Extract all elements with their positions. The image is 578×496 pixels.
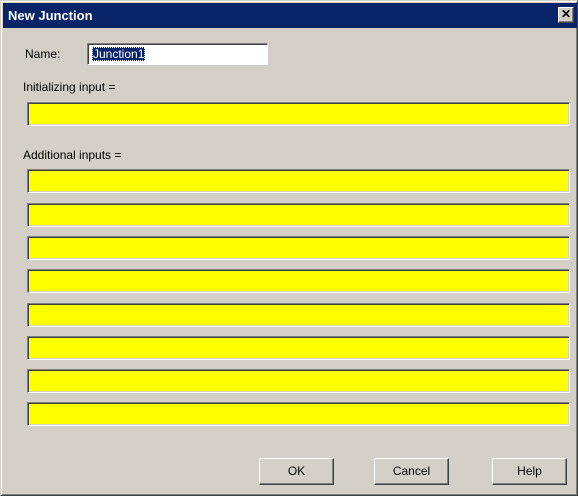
new-junction-dialog: New Junction ✕ Name: Junction1 Initializ… xyxy=(0,0,578,496)
ok-button[interactable]: OK xyxy=(259,458,334,485)
additional-input-3[interactable] xyxy=(27,236,570,260)
cancel-button[interactable]: Cancel xyxy=(374,458,449,485)
additional-input-8[interactable] xyxy=(27,402,570,426)
additional-input-2[interactable] xyxy=(27,203,570,227)
additional-input-5[interactable] xyxy=(27,303,570,327)
close-button[interactable]: ✕ xyxy=(558,7,574,23)
additional-input-1[interactable] xyxy=(27,169,570,193)
name-label: Name: xyxy=(25,47,61,61)
additional-input-4[interactable] xyxy=(27,269,570,293)
additional-inputs-label: Additional inputs = xyxy=(23,148,122,162)
name-input-value: Junction1 xyxy=(92,47,146,61)
initializing-input-field[interactable] xyxy=(27,102,570,126)
title-bar[interactable]: New Junction ✕ xyxy=(3,3,577,28)
name-input[interactable]: Junction1 xyxy=(87,43,268,65)
additional-input-6[interactable] xyxy=(27,336,570,360)
help-button[interactable]: Help xyxy=(492,458,567,485)
close-icon: ✕ xyxy=(560,7,572,21)
initializing-input-label: Initializing input = xyxy=(23,80,116,94)
dialog-title: New Junction xyxy=(8,8,93,23)
additional-input-7[interactable] xyxy=(27,369,570,393)
